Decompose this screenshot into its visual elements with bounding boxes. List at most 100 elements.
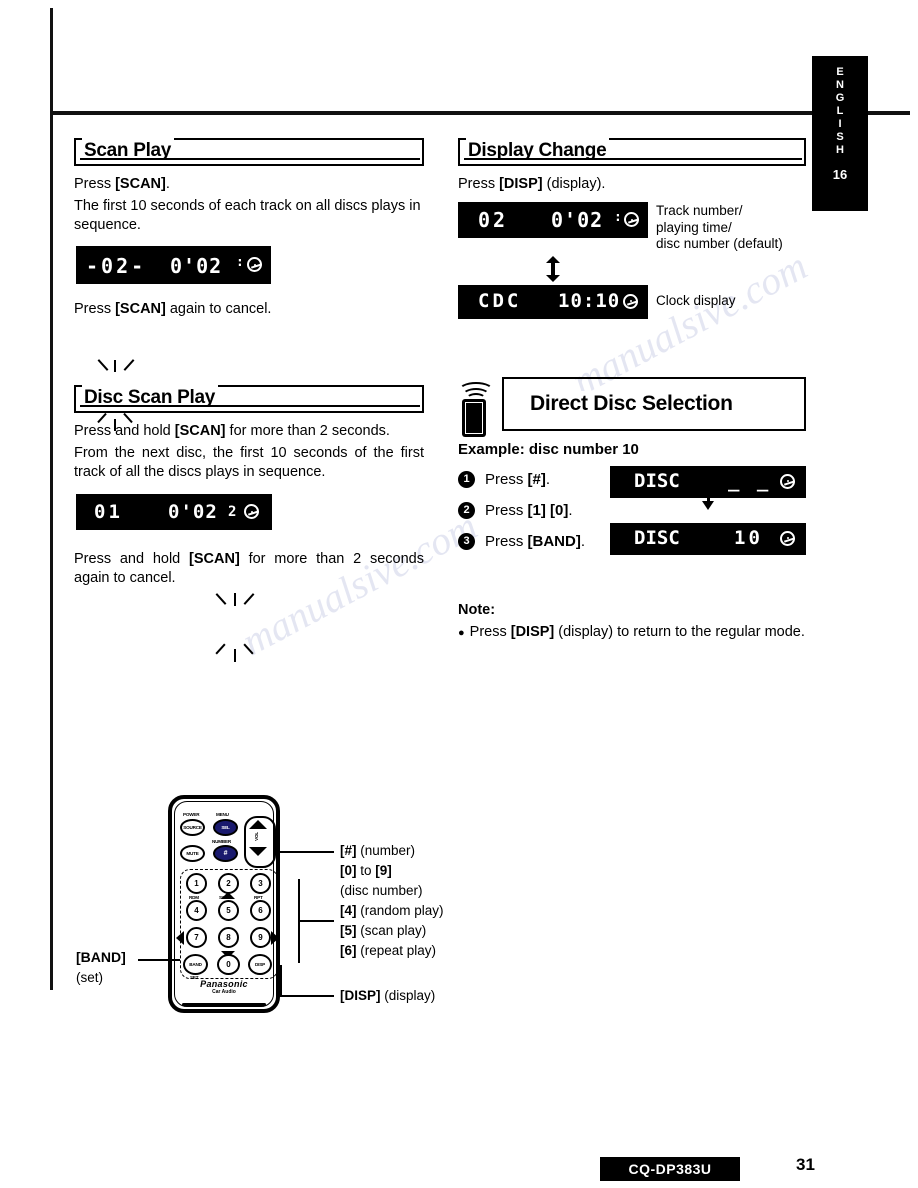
callout-disc-number: (disc number) xyxy=(340,883,423,898)
disc-icon xyxy=(624,212,639,227)
remote-button-mute[interactable]: MUTE xyxy=(180,845,205,862)
scan-key: [SCAN] xyxy=(189,551,240,567)
disc-icon xyxy=(244,504,259,519)
display-word: (display). xyxy=(542,176,606,192)
disc-icon xyxy=(780,530,795,546)
disp-key: [DISP] xyxy=(510,623,555,640)
remote-button-3[interactable]: 3 xyxy=(250,873,271,894)
callout-key2: [9] xyxy=(375,863,392,878)
disc-icon xyxy=(780,473,795,489)
step-item: 3 Press [BAND]. xyxy=(458,532,608,550)
remote-control-diagram: POWER MENU NUMBER VOL SOURCE SEL MUTE # xyxy=(76,795,788,1015)
press-word: Press xyxy=(469,623,511,640)
display-change-heading: Display Change xyxy=(458,138,806,166)
language-tab: E N G L I S H 16 xyxy=(812,56,868,211)
caption-line: playing time/ xyxy=(656,219,732,235)
remote-button-7[interactable]: 7 xyxy=(186,927,207,948)
lcd-source-label: CDC xyxy=(478,289,522,312)
section-scan-play: Scan Play Press [SCAN]. The first 10 sec… xyxy=(74,138,424,431)
direct-disc-title: Direct Disc Selection xyxy=(528,390,736,417)
caption-line: disc number (default) xyxy=(656,236,783,251)
lcd-disc-label: DISC xyxy=(634,469,680,492)
remote-button-2[interactable]: 2 xyxy=(218,873,239,894)
remote-button-6[interactable]: 6 xyxy=(250,900,271,921)
lcd-clock-time: 10:10 xyxy=(558,289,621,312)
step-text: Press [#]. xyxy=(485,471,550,488)
step-number: 2 xyxy=(458,501,475,519)
note-text: Press [DISP] (display) to return to the … xyxy=(470,623,805,643)
press-word: Press xyxy=(485,532,528,550)
right-column: Display Change Press [DISP] (display). 0… xyxy=(458,138,806,643)
lcd-playing-time: 0'02 xyxy=(168,501,218,523)
callout-random-play: [4] (random play) xyxy=(340,901,444,920)
remote-button-8[interactable]: 8 xyxy=(218,927,239,948)
caption-line: Track number/ xyxy=(656,203,743,218)
brand-name: Panasonic xyxy=(200,979,248,989)
display-change-caption-top: Track number/ playing time/ disc number … xyxy=(656,202,783,253)
volume-down-icon[interactable] xyxy=(249,847,267,856)
leader-line-hash xyxy=(280,851,334,853)
cancel-text: again to cancel. xyxy=(165,301,272,317)
lcd-track-number: 02 xyxy=(478,208,509,232)
lcd-track-number: -02- xyxy=(86,254,147,278)
remote-button-1[interactable]: 1 xyxy=(186,873,207,894)
language-letter: L xyxy=(836,105,844,117)
lcd-disc-value: _ _ xyxy=(728,469,772,492)
blink-marks-top xyxy=(88,359,148,374)
callout-scan-play: [5] (scan play) xyxy=(340,921,426,940)
remote-label-number: NUMBER xyxy=(212,839,231,844)
step-text: Press [BAND]. xyxy=(485,533,585,550)
remote-button-9[interactable]: 9 xyxy=(250,927,271,948)
callout-desc: (random play) xyxy=(356,903,444,918)
down-arrow-icon xyxy=(702,500,714,510)
language-letter: H xyxy=(836,144,844,156)
leader-line-keypad-vertical xyxy=(298,879,300,963)
direct-disc-lcd-block: DISC _ _ DISC 10 xyxy=(610,465,806,555)
remote-button-4[interactable]: 4 xyxy=(186,900,207,921)
remote-button-sel[interactable]: SEL xyxy=(213,819,238,836)
display-change-caption-bottom: Clock display xyxy=(656,292,736,308)
direct-disc-example: Example: disc number 10 xyxy=(458,440,639,458)
scan-play-title: Scan Play xyxy=(82,138,175,164)
leader-line-disp-vertical xyxy=(280,965,282,997)
step-item: 1 Press [#]. xyxy=(458,470,608,488)
blink-marks-bottom xyxy=(208,643,264,662)
scan-play-body: The first 10 seconds of each track on al… xyxy=(74,198,421,233)
lcd-disc-label: DISC xyxy=(634,526,680,549)
language-letter: E xyxy=(836,66,844,78)
section-direct-disc-selection: Direct Disc Selection Example: disc numb… xyxy=(458,376,806,643)
volume-up-icon[interactable] xyxy=(249,820,267,829)
seek-left-icon[interactable] xyxy=(176,931,184,945)
lcd-disc-entry-empty: DISC _ _ xyxy=(610,465,806,498)
disc-scan-play-title: Disc Scan Play xyxy=(82,385,218,411)
callout-key: [#] xyxy=(340,843,357,858)
blink-marks-bottom xyxy=(88,412,148,431)
press-word: Press xyxy=(74,176,116,192)
lcd-track-number: 01 xyxy=(94,501,123,523)
hash-key: [#] xyxy=(527,470,546,488)
callout-key: [4] xyxy=(340,903,357,918)
lcd-scan-play: -02- 0'02 : xyxy=(76,246,271,284)
hold-text: for more than 2 seconds. xyxy=(225,423,390,439)
language-letter: I xyxy=(838,118,842,130)
language-tab-number: 16 xyxy=(832,167,848,182)
remote-button-source[interactable]: SOURCE xyxy=(180,819,205,836)
direct-disc-steps-block: 1 Press [#]. 2 Press [1] [0]. 3 Press [B… xyxy=(458,465,806,583)
callout-key: [DISP] xyxy=(340,988,381,1003)
remote-button-hash[interactable]: # xyxy=(213,845,238,862)
note-tail: (display) to return to the regular mode. xyxy=(554,623,805,640)
remote-button-band[interactable]: BAND xyxy=(183,954,208,975)
period: . xyxy=(568,501,573,519)
band-key: [BAND] xyxy=(527,532,581,550)
remote-button-5[interactable]: 5 xyxy=(218,900,239,921)
remote-button-disp[interactable]: DISP xyxy=(248,954,272,975)
direct-disc-arrow xyxy=(610,490,806,523)
callout-disp: [DISP] (display) xyxy=(340,986,435,1005)
display-change-press-line: Press [DISP] (display). xyxy=(458,175,806,194)
track-up-icon[interactable] xyxy=(221,892,235,899)
callout-key: [6] xyxy=(340,943,357,958)
seek-right-icon[interactable] xyxy=(271,931,279,945)
callout-key: [0] xyxy=(340,863,357,878)
remote-button-0[interactable]: 0 xyxy=(217,954,240,975)
callout-desc: (scan play) xyxy=(356,923,427,938)
